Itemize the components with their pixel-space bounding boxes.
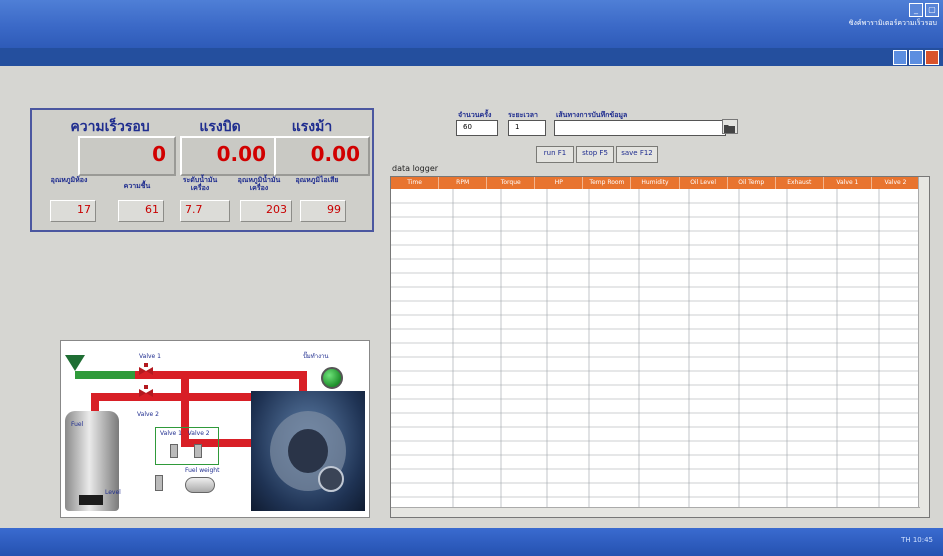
logger-header-row: Time RPM Torque HP Temp Room Humidity Oi… — [391, 177, 921, 189]
valve2-switch[interactable] — [194, 444, 202, 458]
column-header: Humidity — [631, 177, 680, 189]
torque-label: แรงบิด — [199, 119, 241, 135]
save-button[interactable]: save F12 — [616, 146, 658, 163]
fuel-pipe-top — [135, 371, 307, 379]
menu-bar — [0, 48, 943, 66]
humidity-label: ความชื้น — [123, 182, 151, 190]
valve-switch-labels: Valve 1 Valve 2 — [160, 430, 210, 437]
horizontal-scrollbar[interactable] — [391, 507, 920, 517]
fuel-tank: Fuel — [65, 411, 119, 511]
minimize-button[interactable] — [893, 50, 907, 65]
column-header: Temp Room — [583, 177, 632, 189]
sample-count-input[interactable]: 60 — [456, 120, 498, 136]
fuel-pipe-down — [299, 371, 307, 393]
logger-title: data logger — [392, 164, 439, 173]
column-header: Valve 2 — [872, 177, 921, 189]
room-temp-label: อุณหภูมิห้อง — [50, 176, 88, 184]
tank-label: Fuel — [71, 421, 84, 428]
tank-level — [79, 495, 103, 505]
save-path-input[interactable] — [554, 120, 726, 136]
room-temp-value: 17 — [50, 200, 96, 222]
oil-level-label: ระดับน้ำมันเครื่อง — [182, 176, 218, 192]
valve-bottom-icon[interactable] — [139, 385, 153, 401]
logger-grid — [391, 189, 920, 509]
window-titlebar: _ ▢ ซิงค์พารามิเตอร์ความเร็วรอบ — [0, 0, 943, 48]
close-button[interactable] — [925, 50, 939, 65]
oil-temp-label: อุณหภูมิน้ำมันเครื่อง — [237, 176, 281, 192]
speed-label: ความเร็วรอบ — [70, 119, 150, 135]
tank-level-label: Level — [105, 489, 121, 496]
oil-level-value: 7.7 — [180, 200, 230, 222]
inlet-triangle-icon — [65, 355, 85, 371]
column-header: Valve 1 — [824, 177, 872, 189]
humidity-value: 61 — [118, 200, 164, 222]
column-header: Oil Temp — [728, 177, 776, 189]
speed-value: 0 — [78, 136, 176, 176]
horsepower-value: 0.00 — [274, 136, 370, 176]
exhaust-temp-value: 99 — [300, 200, 346, 222]
green-pipe — [75, 371, 135, 379]
run-button[interactable]: run F1 — [536, 146, 574, 163]
restore-button[interactable] — [909, 50, 923, 65]
column-header: Exhaust — [776, 177, 824, 189]
valve-top-icon[interactable] — [139, 363, 153, 379]
data-logger-table[interactable]: Time RPM Torque HP Temp Room Humidity Oi… — [390, 176, 930, 518]
fuel-weight-toggle[interactable] — [185, 477, 215, 493]
vertical-scrollbar[interactable] — [918, 177, 929, 517]
taskbar: TH 10:45 — [0, 528, 943, 556]
pump-status-label: ปั๊มทำงาน — [303, 353, 329, 360]
horsepower-label: แรงม้า — [291, 119, 333, 135]
maximize-icon[interactable]: ▢ — [925, 3, 939, 17]
engine-image — [251, 391, 365, 511]
fuel-pipe-mid — [91, 393, 251, 401]
column-header: HP — [535, 177, 584, 189]
pump-switch[interactable] — [155, 475, 163, 491]
minimize-icon[interactable]: _ — [909, 3, 923, 17]
valve-switch-box: Valve 1 Valve 2 — [155, 427, 219, 465]
engine-icon — [270, 411, 346, 492]
interval-input[interactable]: 1 — [508, 120, 546, 136]
gauge-panel: ความเร็วรอบ แรงบิด แรงม้า 0 0.00 0.00 อุ… — [30, 108, 374, 232]
oil-temp-value: 203 — [240, 200, 292, 222]
system-tray: TH 10:45 — [901, 536, 933, 544]
column-header: Torque — [487, 177, 536, 189]
exhaust-temp-label: อุณหภูมิไอเสีย — [295, 176, 339, 184]
column-header: RPM — [439, 177, 488, 189]
torque-value: 0.00 — [180, 136, 276, 176]
fuel-weight-label: Fuel weight — [185, 467, 220, 474]
column-header: Time — [391, 177, 440, 189]
valve-bottom-label: Valve 2 — [137, 411, 159, 418]
valve-top-label: Valve 1 — [139, 353, 161, 360]
valve1-switch[interactable] — [170, 444, 178, 458]
pump-status-led — [321, 367, 343, 389]
process-diagram: Valve 1 Valve 2 ปั๊มทำงาน Fuel Level Val… — [60, 340, 370, 518]
stop-button[interactable]: stop F5 — [576, 146, 614, 163]
window-title: ซิงค์พารามิเตอร์ความเร็วรอบ — [848, 19, 937, 27]
folder-icon[interactable] — [722, 119, 738, 134]
column-header: Oil Level — [680, 177, 728, 189]
